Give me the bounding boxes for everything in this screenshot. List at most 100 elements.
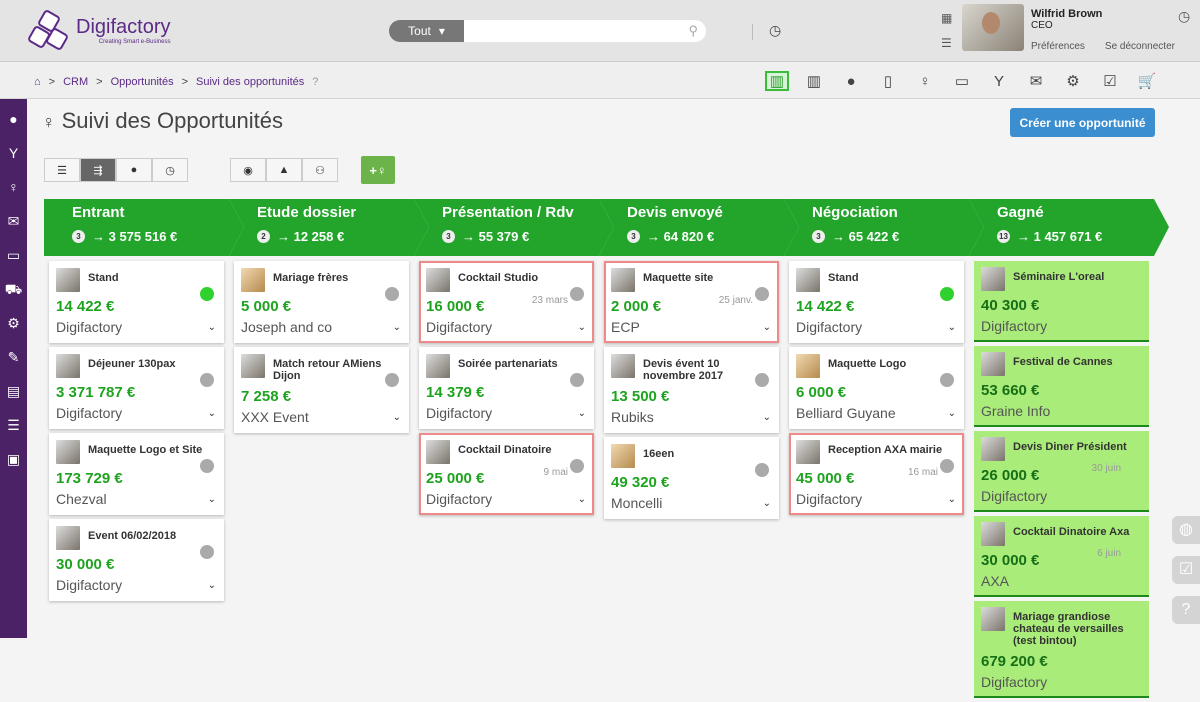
opportunity-date: 6 juin [1097, 548, 1121, 559]
mail-icon[interactable]: ✉ [0, 201, 27, 235]
opportunity-card[interactable]: Maquette site 2 000 € ECP 25 janv. ⌄ [604, 261, 779, 343]
breadcrumb-crm[interactable]: CRM [63, 76, 88, 88]
chevron-down-icon[interactable]: ⌄ [763, 498, 771, 509]
cart-icon[interactable]: 🛒 [1135, 71, 1159, 91]
history-clock-icon[interactable]: ◷ [769, 22, 781, 39]
opportunity-card[interactable]: Cocktail Dinatoire 25 000 € Digifactory … [419, 433, 594, 515]
breadcrumb-opportunites[interactable]: Opportunités [111, 76, 174, 88]
add-opportunity-button[interactable]: +♀ [361, 156, 395, 184]
logout-link[interactable]: Se déconnecter [1105, 41, 1175, 52]
chevron-down-icon[interactable]: ⌄ [578, 408, 586, 419]
stage-header[interactable]: Devis envoyé 3 → 64 820 € [599, 199, 799, 256]
building-icon[interactable]: ▯ [876, 71, 900, 91]
warning-icon[interactable]: ▲ [266, 158, 302, 182]
pipeline-view-icon[interactable]: ⇶ [80, 158, 116, 182]
opportunity-card[interactable]: Event 06/02/2018 30 000 € Digifactory ⌄ [49, 519, 224, 601]
search-input[interactable]: ⚲ [464, 20, 706, 42]
document-icon[interactable]: ▤ [0, 371, 27, 405]
opportunity-card[interactable]: Devis évent 10 novembre 2017 13 500 € Ru… [604, 347, 779, 433]
cart-icon[interactable]: ⛟ [0, 269, 27, 303]
chevron-down-icon[interactable]: ⌄ [208, 494, 216, 505]
opportunity-amount: 30 000 € [56, 556, 115, 573]
chevron-down-icon[interactable]: ⌄ [208, 408, 216, 419]
create-opportunity-button[interactable]: Créer une opportunité [1010, 108, 1155, 137]
team-icon[interactable]: ⚇ [302, 158, 338, 182]
lightbulb-icon[interactable]: ♀ [0, 167, 27, 201]
contacts-user-icon[interactable]: ● [839, 71, 863, 91]
opportunity-card[interactable]: Devis Diner Président 26 000 € Digifacto… [974, 431, 1149, 512]
logo[interactable]: Digifactory Creating Smart e-Business [26, 8, 170, 52]
user-avatar[interactable] [962, 4, 1024, 51]
help-icon[interactable]: ? [312, 76, 318, 88]
lock-icon[interactable]: ▣ [0, 439, 27, 473]
chevron-down-icon[interactable]: ⌄ [393, 322, 401, 333]
lightbulb-icon[interactable]: ♀ [913, 71, 937, 91]
opportunity-card[interactable]: Stand 14 422 € Digifactory ⌄ [49, 261, 224, 343]
monitor-icon[interactable]: ▭ [950, 71, 974, 91]
opportunity-card[interactable]: Maquette Logo 6 000 € Belliard Guyane ⌄ [789, 347, 964, 429]
opportunity-card[interactable]: Cocktail Dinatoire Axa 30 000 € AXA 6 ju… [974, 516, 1149, 597]
help-button-icon[interactable]: ? [1172, 596, 1200, 624]
cocktail-icon[interactable]: Y [987, 71, 1011, 91]
stage-total: → 65 422 € [832, 229, 900, 244]
opportunity-card[interactable]: 16een 49 320 € Moncelli ⌄ [604, 437, 779, 519]
server-icon[interactable]: ☰ [0, 405, 27, 439]
chevron-down-icon[interactable]: ⌄ [578, 322, 586, 333]
chevron-down-icon[interactable]: ⌄ [948, 408, 956, 419]
opportunity-amount: 679 200 € [981, 653, 1048, 670]
list-icon[interactable]: ☰ [941, 36, 952, 50]
preferences-link[interactable]: Préférences [1031, 41, 1085, 52]
stage-header[interactable]: Etude dossier 2 → 12 258 € [229, 199, 429, 256]
opportunity-card[interactable]: Festival de Cannes 53 660 € Graine Info [974, 346, 1149, 427]
search-scope-dropdown[interactable]: Tout ▾ [389, 20, 464, 42]
chevron-down-icon[interactable]: ⌄ [208, 580, 216, 591]
opportunity-name: Devis Diner Président [1013, 441, 1127, 453]
chevron-down-icon[interactable]: ⌄ [948, 322, 956, 333]
opportunity-card[interactable]: Déjeuner 130pax 3 371 787 € Digifactory … [49, 347, 224, 429]
home-icon[interactable]: ⌂ [34, 76, 41, 88]
chevron-down-icon[interactable]: ⌄ [948, 494, 956, 505]
opportunity-card[interactable]: Cocktail Studio 16 000 € Digifactory 23 … [419, 261, 594, 343]
page-title: ♀ Suivi des Opportunités [42, 108, 283, 134]
my-opportunities-icon[interactable]: ◉ [230, 158, 266, 182]
stats-chart-icon[interactable]: ▥ [802, 71, 826, 91]
stage-header[interactable]: Présentation / Rdv 3 → 55 379 € [414, 199, 614, 256]
user-icon[interactable]: ● [0, 99, 27, 133]
opportunity-card[interactable]: Séminaire L'oreal 40 300 € Digifactory [974, 261, 1149, 342]
status-dot [200, 287, 214, 301]
chevron-down-icon[interactable]: ⌄ [578, 494, 586, 505]
opportunity-card[interactable]: Reception AXA mairie 45 000 € Digifactor… [789, 433, 964, 515]
chevron-down-icon[interactable]: ⌄ [393, 412, 401, 423]
cocktail-icon[interactable]: Y [0, 133, 27, 167]
chevron-down-icon[interactable]: ⌄ [208, 322, 216, 333]
tasks-check-icon[interactable]: ☑ [1172, 556, 1200, 584]
chevron-down-icon[interactable]: ⌄ [763, 412, 771, 423]
user-view-icon[interactable]: ● [116, 158, 152, 182]
monitor-icon[interactable]: ▭ [0, 235, 27, 269]
opportunity-company: ECP [611, 319, 640, 335]
opportunity-card[interactable]: Stand 14 422 € Digifactory ⌄ [789, 261, 964, 343]
checkbox-icon[interactable]: ☑ [1098, 71, 1122, 91]
wrench-icon[interactable]: ✎ [0, 337, 27, 371]
opportunity-card[interactable]: Mariage frères 5 000 € Joseph and co ⌄ [234, 261, 409, 343]
globe-icon[interactable]: ◍ [1172, 516, 1200, 544]
stage-header[interactable]: Gagné 13 → 1 457 671 € [969, 199, 1169, 256]
mail-icon[interactable]: ✉ [1024, 71, 1048, 91]
opportunity-card[interactable]: Mariage grandiose chateau de versailles … [974, 601, 1149, 698]
opportunity-card[interactable]: Match retour AMiens Dijon 7 258 € XXX Ev… [234, 347, 409, 433]
list-view-icon[interactable]: ☰ [44, 158, 80, 182]
clock-icon[interactable]: ◷ [1178, 8, 1190, 25]
stage-header[interactable]: Négociation 3 → 65 422 € [784, 199, 984, 256]
calendar-icon[interactable]: ▦ [941, 11, 952, 25]
opportunity-name: Maquette Logo et Site [88, 444, 203, 456]
gears-icon[interactable]: ⚙ [1061, 71, 1085, 91]
search-icon[interactable]: ⚲ [688, 23, 698, 39]
gears-icon[interactable]: ⚙ [0, 303, 27, 337]
opportunity-card[interactable]: Soirée partenariats 14 379 € Digifactory… [419, 347, 594, 429]
opportunity-card[interactable]: Maquette Logo et Site 173 729 € Chezval … [49, 433, 224, 515]
dashboard-chart-icon[interactable]: ▥ [765, 71, 789, 91]
stage-column: Séminaire L'oreal 40 300 € Digifactory F… [969, 261, 1154, 702]
stage-header[interactable]: Entrant 3 → 3 575 516 € [44, 199, 244, 256]
chevron-down-icon[interactable]: ⌄ [763, 322, 771, 333]
timeline-view-icon[interactable]: ◷ [152, 158, 188, 182]
